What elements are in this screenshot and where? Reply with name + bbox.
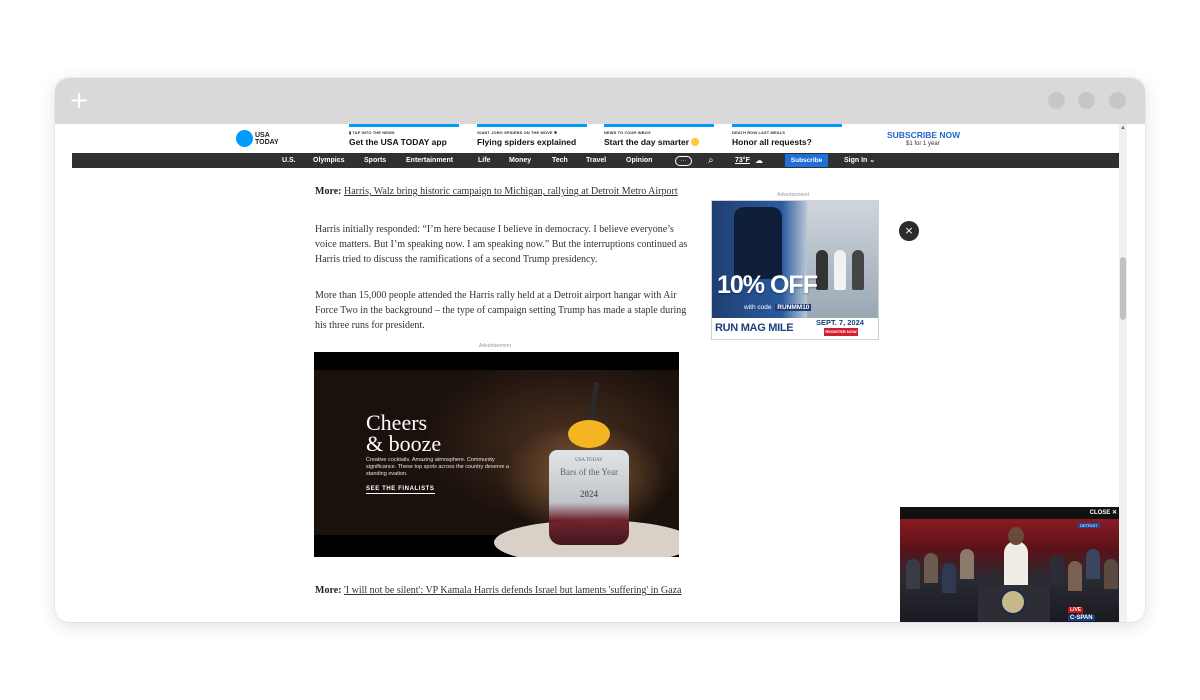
location-badge: DETROIT (1078, 523, 1100, 528)
close-icon[interactable]: × (899, 221, 919, 241)
see-finalists-link[interactable]: SEE THE FINALISTS (366, 486, 435, 494)
usa-today-logo-icon[interactable] (236, 130, 253, 147)
usa-today-logo-text[interactable]: USA TODAY (255, 132, 295, 146)
spider-icon: ✱ (553, 130, 558, 135)
promo-death-row[interactable]: DEATH ROW LAST MEALS Honor all requests? (732, 124, 842, 147)
related-story-link[interactable]: 'I will not be silent': VP Kamala Harris… (344, 585, 682, 596)
discount-text: 10% OFF (717, 271, 818, 299)
promo-code: with code RUNMM10 (744, 304, 812, 311)
bars-of-the-year-ad[interactable]: USA TODAY Bars of the Year 2024 Cheers &… (314, 352, 679, 557)
ad-headline: Cheers & booze (366, 410, 442, 456)
more-link-paragraph: More: Harris, Walz bring historic campai… (315, 186, 678, 197)
sun-icon (691, 138, 700, 146)
register-now-button[interactable]: REGISTER NOW (824, 328, 858, 336)
more-menu-button[interactable]: ··· (675, 156, 692, 166)
subscribe-now-link[interactable]: SUBSCRIBE NOW (887, 130, 960, 140)
page-viewport: USA TODAY ▮ TAP INTO THE NEWS Get the US… (55, 124, 1145, 622)
nav-item-money[interactable]: Money (509, 153, 531, 168)
vice-president-seal-icon (1000, 589, 1026, 615)
ad-subtext: Creative cocktails. Amazing atmosphere. … (366, 457, 509, 477)
browser-titlebar: + (55, 78, 1145, 124)
sign-in-button[interactable]: Sign In ⌄ (844, 153, 875, 168)
ad-photo (712, 201, 878, 318)
nav-item-olympics[interactable]: Olympics (313, 153, 345, 168)
ad-label: Advertisement (479, 343, 511, 349)
floating-video-player[interactable]: CLOSE ✕ DETROIT LIVE C-SPAN (900, 507, 1122, 622)
weather-link[interactable]: 73°F (735, 153, 750, 168)
scrollbar-thumb[interactable] (1120, 257, 1126, 320)
nav-item-tech[interactable]: Tech (552, 153, 568, 168)
promo-newsletter[interactable]: NEWS TO YOUR INBOX Start the day smarter (604, 124, 714, 147)
new-tab-icon[interactable]: + (69, 87, 89, 113)
more-link-paragraph: More: 'I will not be silent': VP Kamala … (315, 585, 682, 596)
subscribe-button[interactable]: Subscribe (785, 154, 828, 167)
scroll-up-icon[interactable]: ▲ (1119, 124, 1127, 132)
search-icon[interactable]: ⌕ (708, 154, 714, 167)
window-control-dot[interactable] (1048, 92, 1065, 109)
video-frame[interactable]: DETROIT LIVE C-SPAN (900, 519, 1122, 622)
subscribe-price: $1 for 1 year (906, 141, 940, 147)
related-story-link[interactable]: Harris, Walz bring historic campaign to … (344, 186, 678, 197)
browser-window: + USA TODAY ▮ TAP INTO THE NEWS Get the … (55, 78, 1145, 622)
nav-item-us[interactable]: U.S. (282, 153, 296, 168)
nav-item-life[interactable]: Life (478, 153, 490, 168)
cocktail-glass: USA TODAY Bars of the Year 2024 (549, 450, 629, 545)
window-control-dot[interactable] (1078, 92, 1095, 109)
promo-spiders[interactable]: GIANT JORO SPIDERS ON THE MOVE ✱ Flying … (477, 124, 587, 147)
nav-item-sports[interactable]: Sports (364, 153, 386, 168)
ad-brand: RUN MAG MILE (715, 322, 794, 334)
network-logo: C-SPAN (1068, 615, 1095, 621)
run-mag-mile-ad[interactable]: 10% OFF with code RUNMM10 RUN MAG MILE S… (711, 200, 879, 340)
nav-item-travel[interactable]: Travel (586, 153, 606, 168)
video-close-button[interactable]: CLOSE ✕ (1090, 507, 1117, 519)
weather-icon: ☁ (755, 156, 763, 165)
nav-item-entertainment[interactable]: Entertainment (406, 153, 453, 168)
live-badge: LIVE (1068, 607, 1084, 613)
article-paragraph: Harris initially responded: “I’m here be… (315, 224, 688, 265)
promo-app[interactable]: ▮ TAP INTO THE NEWS Get the USA TODAY ap… (349, 124, 459, 147)
garnish (568, 420, 610, 448)
nav-item-opinion[interactable]: Opinion (626, 153, 652, 168)
event-date: SEPT. 7, 2024 (816, 318, 864, 327)
article-paragraph: More than 15,000 people attended the Har… (315, 290, 687, 331)
window-control-dot[interactable] (1109, 92, 1126, 109)
main-nav: U.S. Olympics Sports Entertainment Life … (72, 153, 1120, 168)
jacket-image (734, 207, 782, 279)
scrollbar[interactable]: ▲ (1119, 124, 1127, 622)
ad-label: Advertisement (777, 192, 809, 198)
